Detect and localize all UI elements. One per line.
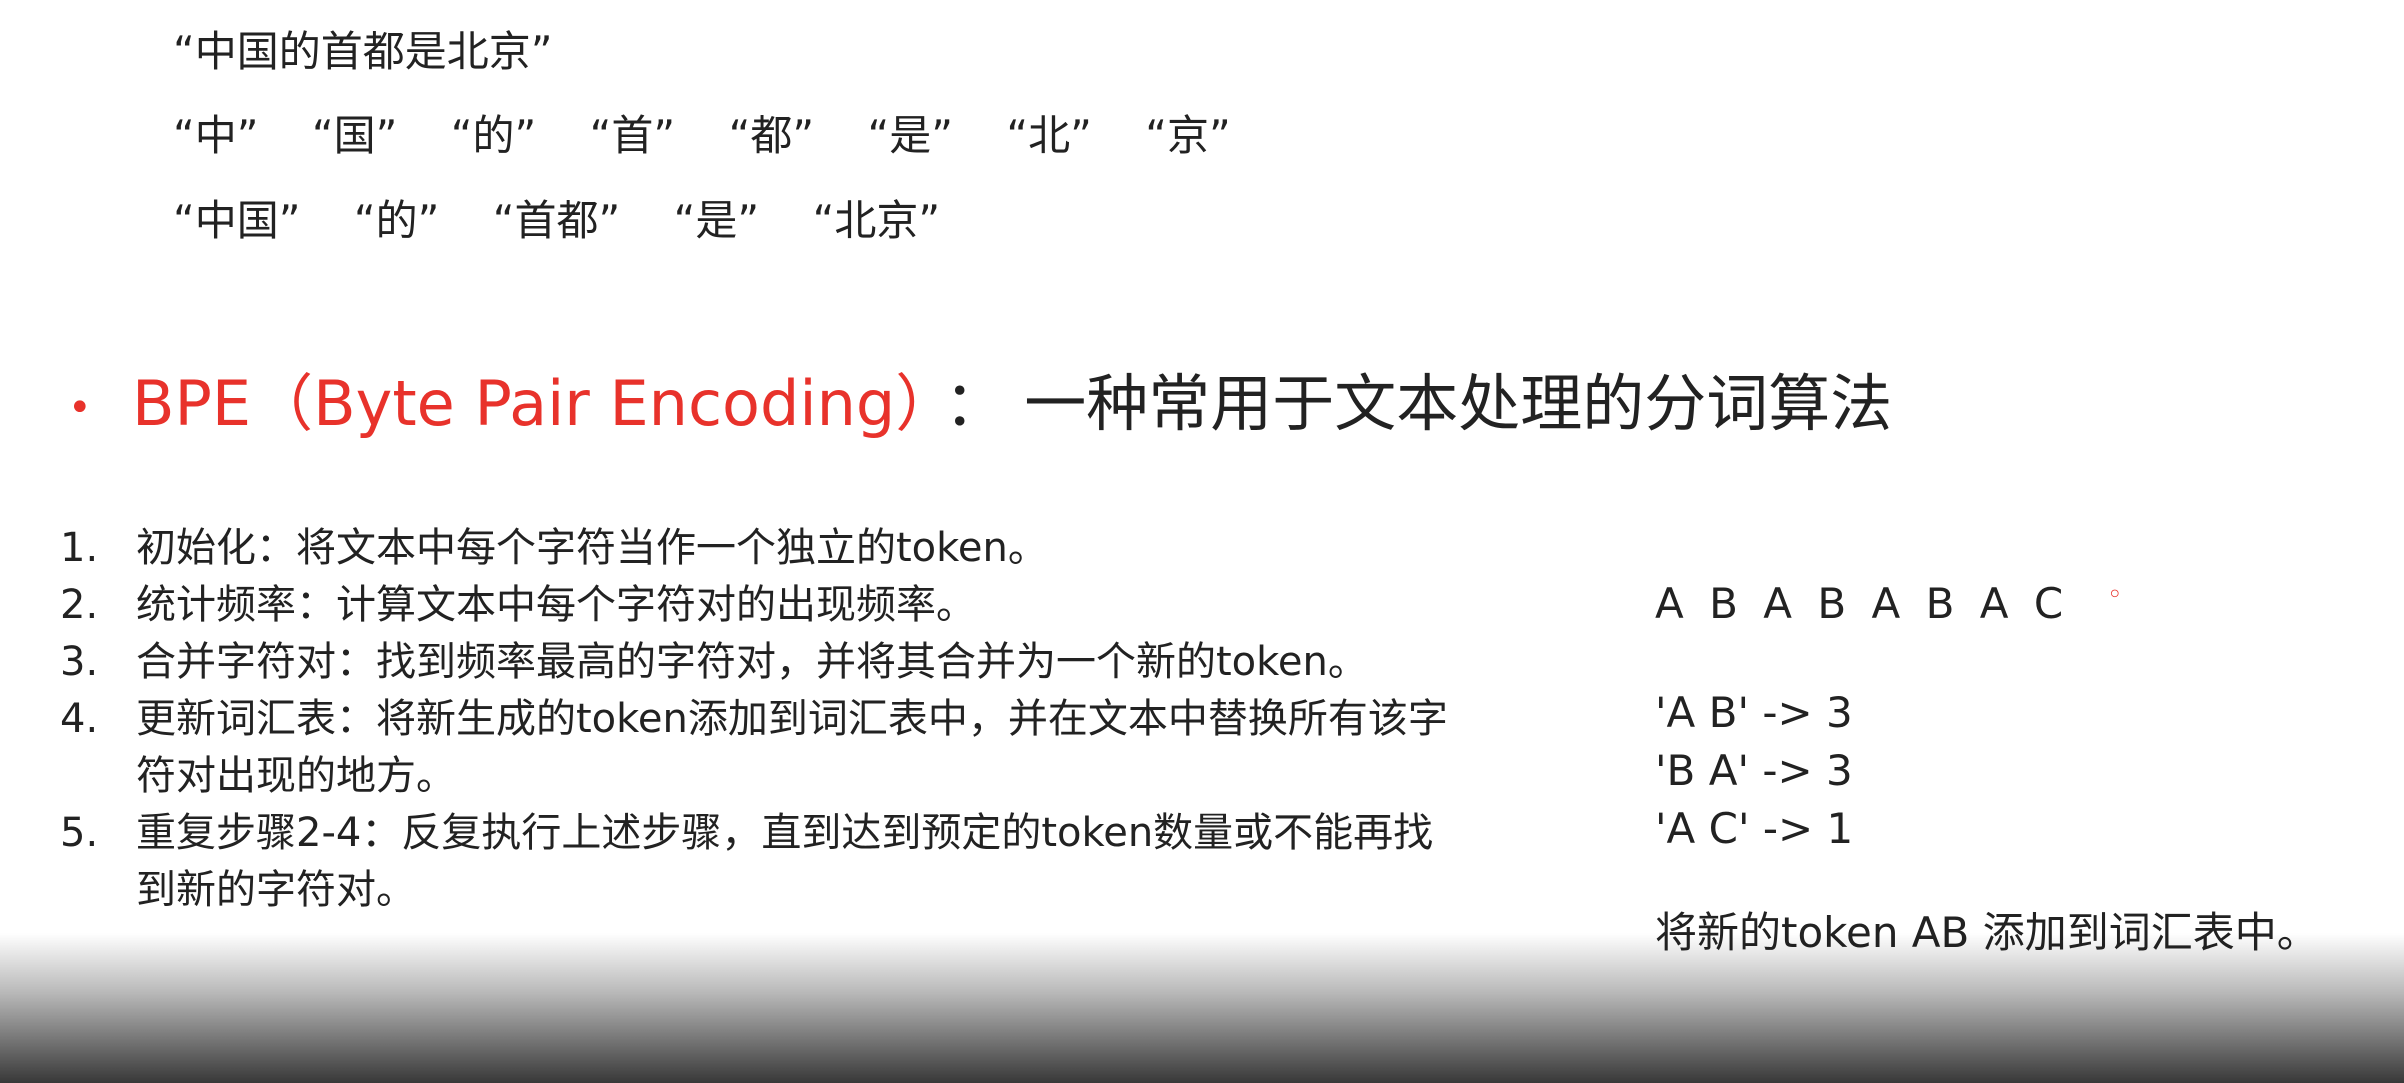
char-token: “的”	[450, 111, 537, 160]
slide: “中国的首都是北京” “中” “国” “的” “首” “都” “是” “北” “…	[0, 0, 2404, 1083]
word-token: “的”	[353, 196, 440, 245]
sentence-text: “中国的首都是北京”	[173, 27, 553, 76]
pair-count: 'A C' -> 1	[1655, 804, 1854, 853]
step-number: 5.	[60, 810, 99, 856]
step-text: 重复步骤2-4：反复执行上述步骤，直到达到预定的token数量或不能再找到新的字…	[136, 810, 1434, 913]
list-item: 3. 合并字符对：找到频率最高的字符对，并将其合并为一个新的token。	[60, 634, 1460, 691]
word-token: “北京”	[812, 196, 941, 245]
step-text: 更新词汇表：将新生成的token添加到词汇表中，并在文本中替换所有该字符对出现的…	[136, 696, 1448, 799]
step-number: 2.	[60, 582, 99, 628]
video-overlay-gradient	[0, 933, 2404, 1083]
bpe-term: BPE（Byte Pair Encoding）	[132, 367, 927, 440]
char-token: “北”	[1006, 111, 1092, 160]
list-item: 1. 初始化：将文本中每个字符当作一个独立的token。	[60, 520, 1460, 577]
marker-icon: ◦	[2107, 580, 2123, 610]
list-item: 4. 更新词汇表：将新生成的token添加到词汇表中，并在文本中替换所有该字符对…	[60, 691, 1460, 805]
step-text: 合并字符对：找到频率最高的字符对，并将其合并为一个新的token。	[136, 639, 1368, 685]
list-item: 2. 统计频率：计算文本中每个字符对的出现频率。	[60, 577, 1460, 634]
example-sentence: “中国的首都是北京”	[173, 24, 553, 80]
bpe-steps-list: 1. 初始化：将文本中每个字符当作一个独立的token。 2. 统计频率：计算文…	[60, 520, 1460, 919]
char-token: “是”	[867, 111, 953, 160]
char-token: “国”	[311, 111, 398, 160]
bpe-heading: • BPE（Byte Pair Encoding）：一种常用于文本处理的分词算法	[68, 366, 1892, 446]
bpe-description: 一种常用于文本处理的分词算法	[1024, 367, 1893, 440]
word-token: “是”	[673, 196, 760, 245]
step-number: 1.	[60, 525, 99, 571]
step-text: 统计频率：计算文本中每个字符对的出现频率。	[136, 582, 976, 628]
word-token: “首都”	[492, 196, 621, 245]
char-token: “京”	[1145, 111, 1231, 160]
word-token-row: “中国” “的” “首都” “是” “北京”	[173, 193, 980, 249]
pair-count: 'A B' -> 3	[1655, 688, 1853, 737]
bullet-icon: •	[68, 384, 92, 431]
pair-counts: 'A B' -> 3 'B A' -> 3 'A C' -> 1	[1655, 684, 2395, 858]
step-text: 初始化：将文本中每个字符当作一个独立的token。	[136, 525, 1048, 571]
char-token: “首”	[589, 111, 676, 160]
char-token: “中”	[173, 111, 259, 160]
example-sequence: A B A B A B A C	[1655, 579, 2070, 628]
char-token-row: “中” “国” “的” “首” “都” “是” “北” “京”	[173, 108, 1271, 164]
heading-colon: ：	[944, 367, 1007, 440]
step-number: 3.	[60, 639, 99, 685]
example-sequence-line: A B A B A B A C ◦	[1655, 565, 2395, 634]
pair-count: 'B A' -> 3	[1655, 746, 1853, 795]
char-token: “都”	[728, 111, 815, 160]
word-token: “中国”	[173, 196, 301, 245]
bpe-example: A B A B A B A C ◦ 'A B' -> 3 'B A' -> 3 '…	[1655, 565, 2395, 962]
list-item: 5. 重复步骤2-4：反复执行上述步骤，直到达到预定的token数量或不能再找到…	[60, 805, 1460, 919]
step-number: 4.	[60, 696, 99, 742]
